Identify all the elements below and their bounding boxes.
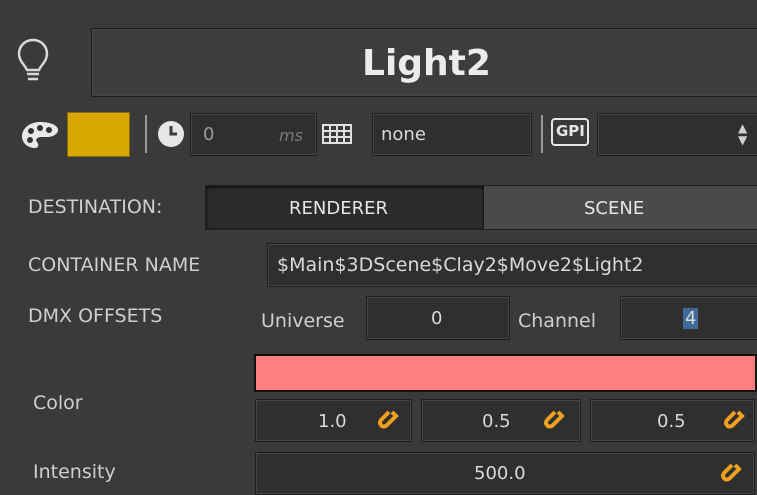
magnet-icon[interactable] [543,409,565,431]
container-input[interactable]: $Main$3DScene$Clay2$Move2$Light2 [267,243,757,287]
dmx-label: DMX OFFSETS [28,305,163,327]
clock-icon [155,118,187,150]
destination-segmented: RENDERER SCENE [205,185,757,230]
channel-value: 4 [683,308,699,329]
container-value: $Main$3DScene$Clay2$Move2$Light2 [277,254,644,276]
delay-value: 0 [203,124,215,145]
color-r-value: 1.0 [318,411,347,432]
delay-unit: ms [279,126,303,145]
magnet-icon[interactable] [720,462,742,484]
universe-label: Universe [261,310,345,332]
channel-label: Channel [518,310,597,332]
keyframe-value: none [381,124,426,145]
delay-input[interactable]: 0 ms [190,113,317,156]
color-b-input[interactable]: 0.5 [590,399,755,442]
title-field[interactable]: Light2 [91,28,757,97]
intensity-input[interactable]: 500.0 [255,452,755,495]
magnet-icon[interactable] [377,409,399,431]
destination-scene-button[interactable]: SCENE [484,186,757,229]
select-arrows-icon: ▲ ▼ [738,121,748,147]
container-label: CONTAINER NAME [28,254,201,276]
destination-renderer-button[interactable]: RENDERER [206,186,484,229]
color-label: Color [33,392,83,414]
scene-label: SCENE [584,198,645,219]
magnet-icon[interactable] [723,409,745,431]
color-g-input[interactable]: 0.5 [421,399,581,442]
keyframe-input[interactable]: none [372,113,532,156]
gpi-icon: GPI [551,118,589,146]
universe-value: 0 [431,308,443,329]
gpi-select[interactable]: ▲ ▼ [597,113,757,156]
color-r-input[interactable]: 1.0 [255,399,412,442]
color-swatch[interactable] [67,112,130,157]
color-b-value: 0.5 [657,411,686,432]
gpi-label: GPI [556,122,585,140]
renderer-label: RENDERER [289,198,388,219]
intensity-label: Intensity [33,461,116,483]
color-preview[interactable] [254,354,757,392]
page-title: Light2 [362,43,491,84]
channel-input[interactable]: 4 [620,296,757,340]
separator [145,115,147,153]
keyframe-icon [322,124,352,144]
lightbulb-icon [16,36,50,86]
separator [541,115,543,153]
universe-input[interactable]: 0 [366,296,510,340]
destination-label: DESTINATION: [28,196,163,218]
intensity-value: 500.0 [474,463,526,484]
palette-icon[interactable] [20,119,60,151]
color-g-value: 0.5 [482,411,511,432]
